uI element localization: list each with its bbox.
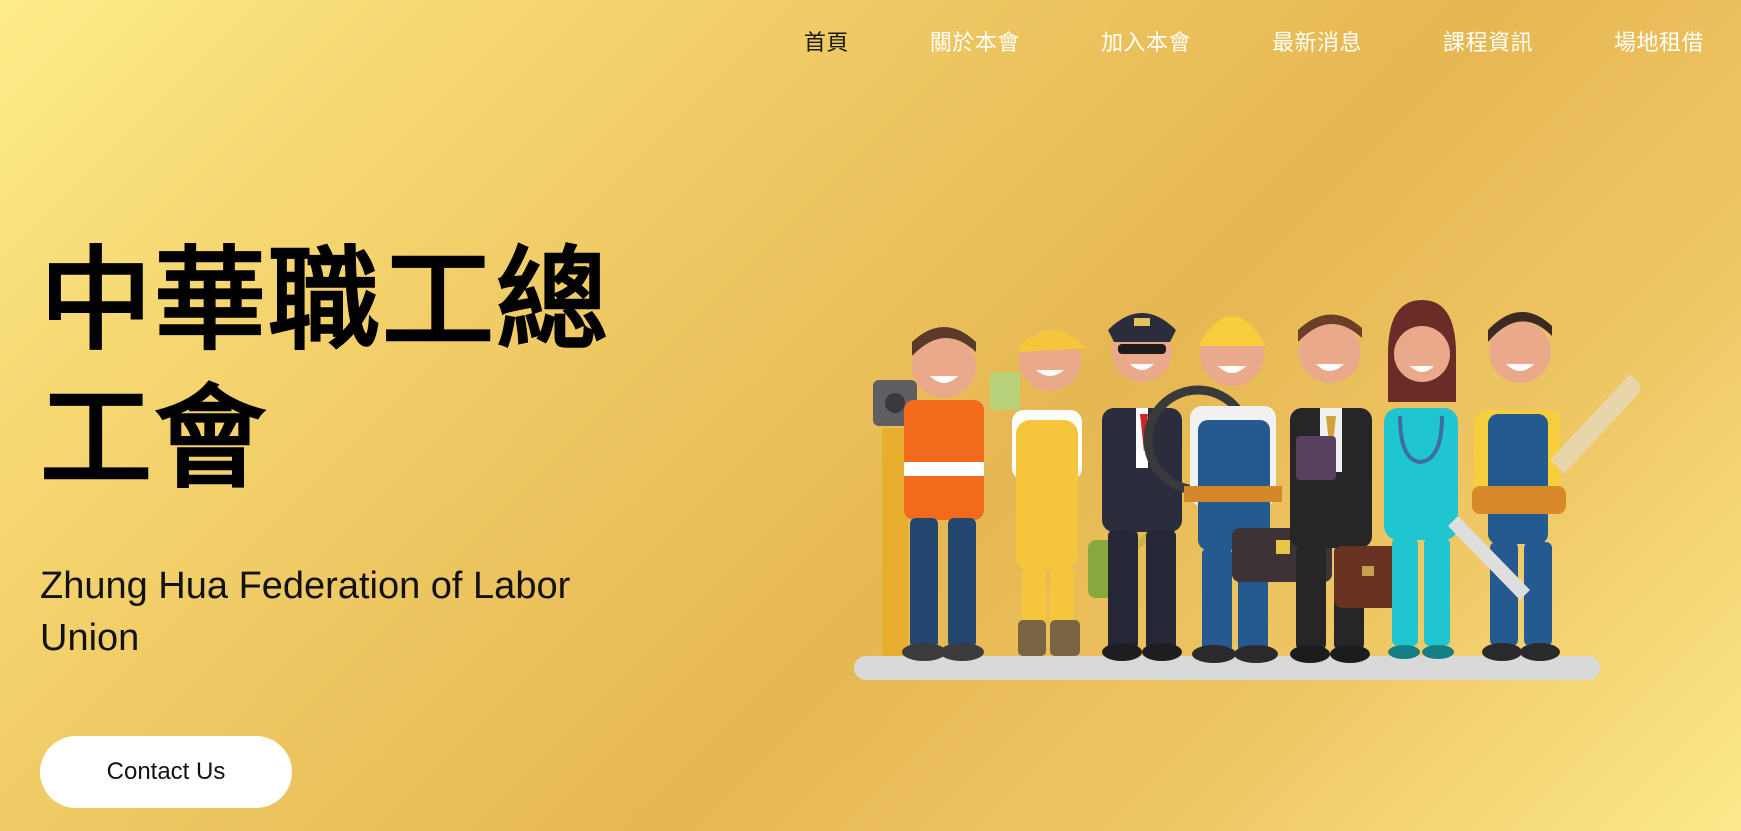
hero-title-line2: 工會 [40,374,268,504]
nav-item-venue-rental[interactable]: 場地租借 [1614,28,1704,60]
nav-item-join[interactable]: 加入本會 [1101,28,1191,60]
nav-item-news[interactable]: 最新消息 [1272,28,1362,60]
hero-title: 中華職工總 工會 [40,232,640,508]
workers-group-illustration [840,290,1644,694]
nav-item-home[interactable]: 首頁 [804,28,849,60]
hero-subtitle: Zhung Hua Federation of Labor Union [40,565,571,659]
pilot-figure [1102,313,1182,661]
nav-item-about[interactable]: 關於本會 [930,28,1020,60]
hero-title-line1: 中華職工總 [40,236,610,366]
nav-item-courses[interactable]: 課程資訊 [1443,28,1533,60]
surveyor-figure [873,327,984,661]
main-nav: 首頁 關於本會 加入本會 最新消息 課程資訊 場地租借 [723,28,1704,60]
carpenter-figure [1448,311,1644,661]
nurse-figure [1384,300,1458,659]
contact-us-button[interactable]: Contact Us [40,736,292,808]
